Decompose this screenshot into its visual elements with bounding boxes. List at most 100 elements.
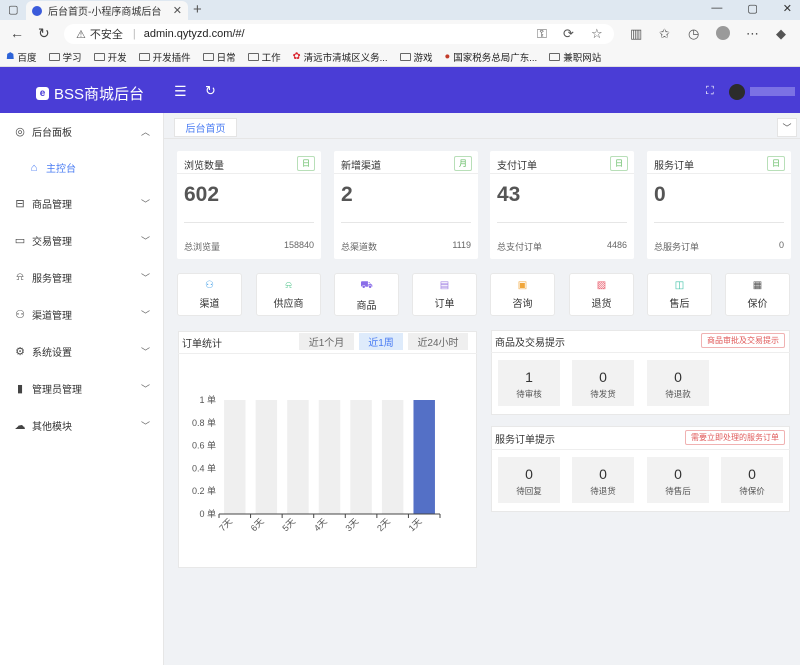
bookmark-tax[interactable]: ● 国家税务总局广东... [445,50,538,64]
sidebar-item-label: 渠道管理 [32,311,72,322]
sidebar-item-settings[interactable]: ⚙ 系统设置 ﹀ [0,333,164,370]
quick-link-aftersales[interactable]: ◫ 售后 [647,273,712,316]
tip-pending-refund[interactable]: 0 待退款 [647,360,709,406]
more-icon[interactable]: ⋯ [746,26,759,42]
stat-card-views: 浏览数量 日 602 总浏览量 158840 [177,151,321,259]
chevron-up-icon: ︿ [140,127,150,137]
bookmark-dev[interactable]: 开发 [93,50,127,64]
period-badge: 日 [610,156,628,171]
bookmark-baidu[interactable]: ☗ 百度 [6,50,37,64]
divider [177,173,321,174]
service-tips-tag[interactable]: 需要立即处理的服务订单 [685,430,785,445]
sidebar-item-trade[interactable]: ▭ 交易管理 ﹀ [0,222,164,259]
sidebar-item-goods[interactable]: ⊟ 商品管理 ﹀ [0,185,164,222]
fullscreen-icon[interactable]: ⛶ [706,85,714,98]
close-tab-icon[interactable]: ✕ [173,4,182,17]
tip-value: 0 [674,466,682,482]
favorite-star-icon[interactable]: ☆ [591,26,603,42]
quick-link-label: 供应商 [273,299,304,310]
sidebar-item-dashboard[interactable]: ◎ 后台面板 ︿ [0,113,164,150]
range-tab-24h[interactable]: 近24小时 [408,333,468,350]
x-tick-label: 2天 [375,516,392,533]
bell-icon: ⍾ [16,271,24,283]
new-tab-icon[interactable]: + [193,1,202,18]
folder-icon [48,52,60,61]
range-tab-week[interactable]: 近1周 [359,333,403,350]
goods-tips-tag[interactable]: 商品审批及交易提示 [701,333,785,348]
quick-link-consult[interactable]: ▣ 咨询 [490,273,555,316]
browser-tab[interactable]: 后台首页-小程序商城后台 ✕ [26,1,188,20]
divider [184,222,314,223]
translate-icon[interactable]: ⟳ [563,26,574,42]
sidebar-item-others[interactable]: ☁ 其他模块 ﹀ [0,407,164,444]
bookmark-dev-plugins[interactable]: 开发插件 [138,50,191,64]
sidebar-item-admins[interactable]: ▮ 管理员管理 ﹀ [0,370,164,407]
username-redacted[interactable] [750,87,795,96]
quick-link-goods[interactable]: ⛟ 商品 [334,273,399,316]
tip-pending-reply[interactable]: 0 待回复 [498,457,560,503]
bookmark-daily[interactable]: 日常 [202,50,236,64]
tab-title: 后台首页-小程序商城后台 [48,7,162,18]
profile-icon[interactable] [716,26,730,40]
quick-link-price-protection[interactable]: ▦ 保价 [725,273,790,316]
tip-pending-shipment[interactable]: 0 待发货 [572,360,634,406]
x-tick-label: 5天 [280,516,297,533]
admin-icon: ▮ [16,383,24,395]
avatar[interactable] [729,84,745,100]
history-icon[interactable]: ◷ [688,26,699,42]
maximize-icon[interactable]: ▢ [747,2,757,15]
refresh-icon[interactable]: ↻ [205,83,216,99]
divider [491,352,790,353]
tip-label: 待售后 [665,486,691,496]
quick-link-label: 商品 [356,301,377,312]
chevron-down-icon[interactable]: ﹀ [777,118,797,137]
sidebar-item-channel[interactable]: ⚇ 渠道管理 ﹀ [0,296,164,333]
site-favicon-icon [32,5,42,16]
url-text: admin.qytyzd.com/#/ [143,28,245,40]
bar-background [318,400,341,514]
bookmark-games[interactable]: 游戏 [399,50,433,64]
tip-pending-return[interactable]: 0 待退货 [572,457,634,503]
stat-title: 服务订单 [654,161,694,172]
tip-pending-review[interactable]: 1 待审核 [498,360,560,406]
address-bar[interactable]: ⚠ 不安全 | admin.qytyzd.com/#/ [64,24,614,44]
sidebar-item-label: 管理员管理 [32,385,82,396]
y-tick-label: 0.2 单 [192,485,216,496]
quick-link-supplier[interactable]: ⍾ 供应商 [256,273,321,316]
divider [497,222,627,223]
copilot-icon[interactable]: ◆ [776,26,786,42]
bookmark-parttime[interactable]: 兼职网站 [549,50,601,64]
bar [413,400,435,514]
sidebar-item-console[interactable]: ⌂ 主控台 [0,149,164,186]
briefcase-icon: ▣ [517,280,528,291]
bookmark-work[interactable]: 工作 [247,50,281,64]
quick-link-label: 咨询 [512,299,533,310]
menu-toggle-icon[interactable]: ☰ [174,83,187,100]
brand-logo[interactable]: e BSS商城后台 [36,83,144,104]
tab-actions-icon[interactable]: ▢ [8,3,18,16]
bag-icon: ⊟ [15,198,25,210]
x-tick-label: 4天 [312,516,329,533]
range-tab-month[interactable]: 近1个月 [299,333,354,350]
stat-total-label: 总渠道数 [341,242,378,252]
split-screen-icon[interactable]: ▥ [630,26,642,42]
quick-link-orders[interactable]: ▤ 订单 [412,273,477,316]
bar-background [350,400,372,514]
bookmark-qingyuan[interactable]: ✿ 清远市清城区义务... [293,50,388,64]
bookmark-study[interactable]: 学习 [48,50,82,64]
favorites-icon[interactable]: ✩ [659,26,670,42]
key-icon[interactable]: ⚿ [537,26,547,42]
close-window-icon[interactable]: ✕ [783,2,792,15]
tip-pending-aftersales[interactable]: 0 待售后 [647,457,709,503]
tip-pending-price-protection[interactable]: 0 待保价 [721,457,783,503]
sidebar-item-service[interactable]: ⍾ 服务管理 ﹀ [0,259,164,296]
quick-link-returns[interactable]: ▨ 退货 [569,273,634,316]
tab-home[interactable]: 后台首页 [174,118,237,137]
tip-label: 待发货 [590,389,616,399]
minimize-icon[interactable]: — [711,2,722,15]
quick-link-channel[interactable]: ⚇ 渠道 [177,273,242,316]
back-icon[interactable]: ← [10,25,24,41]
chevron-down-icon: ﹀ [140,273,150,283]
reload-icon[interactable]: ↻ [38,25,50,42]
x-tick-label: 3天 [344,516,361,533]
